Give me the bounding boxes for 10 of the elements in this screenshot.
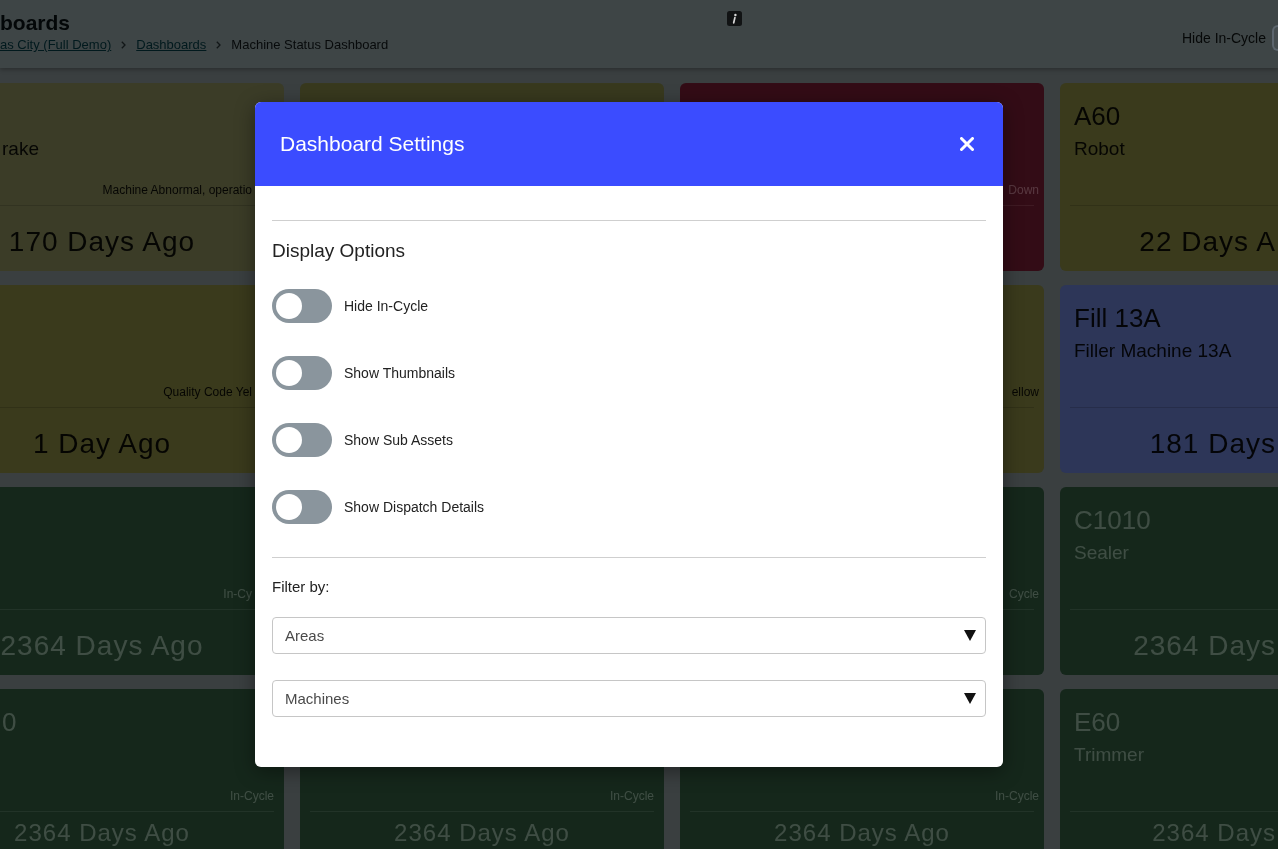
time-since-text: 181 Days: [1149, 427, 1276, 461]
breadcrumb-current: Machine Status Dashboard: [231, 36, 389, 54]
toggle-label: Show Dispatch Details: [344, 498, 485, 516]
card-subtitle: Filler Machine 13A: [1074, 339, 1232, 363]
page-title: boards: [0, 10, 70, 36]
toggle-label: Show Sub Assets: [344, 431, 453, 449]
card-title: Fill 13A: [1074, 302, 1161, 334]
toggle-label: Show Thumbnails: [344, 364, 456, 382]
toggle-label: Hide In-Cycle: [1181, 29, 1266, 47]
toggle-label: Hide In-Cycle: [344, 297, 429, 315]
